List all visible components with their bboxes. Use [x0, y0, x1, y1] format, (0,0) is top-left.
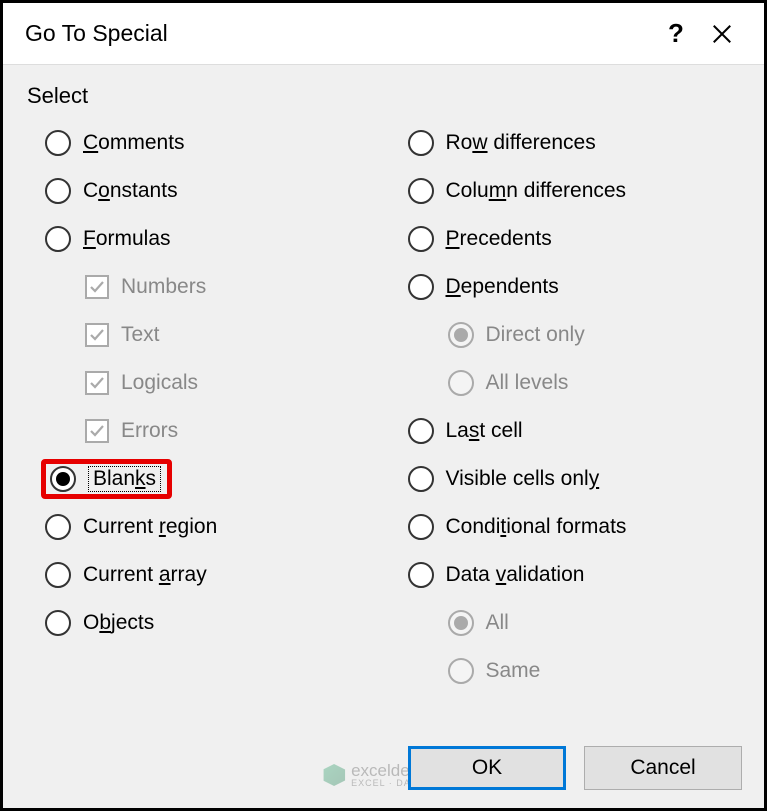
radio-icon [408, 130, 434, 156]
option-label: Same [486, 659, 541, 683]
options-columns: Comments Constants Formulas Numbers Text [27, 119, 742, 695]
sub-label: Text [121, 323, 160, 347]
dialog-title: Go To Special [25, 20, 654, 47]
option-column-differences[interactable]: Column differences [390, 167, 743, 215]
option-label: Visible cells only [446, 467, 600, 491]
go-to-special-dialog: Go To Special ? Select Comments Constant… [0, 0, 767, 811]
option-label: Precedents [446, 227, 552, 251]
sub-label: Errors [121, 419, 178, 443]
checkbox-icon [85, 371, 109, 395]
option-label: Row differences [446, 131, 596, 155]
close-button[interactable] [698, 23, 746, 45]
option-label: All levels [486, 371, 569, 395]
radio-icon [408, 514, 434, 540]
option-comments[interactable]: Comments [27, 119, 380, 167]
option-same: Same [390, 647, 743, 695]
checkbox-icon [85, 275, 109, 299]
radio-icon [448, 658, 474, 684]
option-objects[interactable]: Objects [27, 599, 380, 647]
option-label: Formulas [83, 227, 171, 251]
option-label: Data validation [446, 563, 585, 587]
sub-logicals: Logicals [27, 359, 380, 407]
option-blanks[interactable]: Blanks [27, 455, 380, 503]
radio-icon [45, 514, 71, 540]
ok-button[interactable]: OK [408, 746, 566, 790]
radio-icon [408, 418, 434, 444]
option-label: Comments [83, 131, 185, 155]
radio-icon [408, 466, 434, 492]
hex-logo-icon [323, 764, 345, 786]
option-dependents[interactable]: Dependents [390, 263, 743, 311]
sub-errors: Errors [27, 407, 380, 455]
option-last-cell[interactable]: Last cell [390, 407, 743, 455]
highlight-box: Blanks [41, 459, 172, 499]
option-label: Constants [83, 179, 178, 203]
option-label: Current array [83, 563, 207, 587]
option-visible-cells[interactable]: Visible cells only [390, 455, 743, 503]
option-conditional-formats[interactable]: Conditional formats [390, 503, 743, 551]
option-label: All [486, 611, 509, 635]
sub-text: Text [27, 311, 380, 359]
option-all: All [390, 599, 743, 647]
radio-icon [408, 178, 434, 204]
option-label: Conditional formats [446, 515, 627, 539]
radio-icon [448, 370, 474, 396]
option-label: Current region [83, 515, 217, 539]
option-label: Last cell [446, 419, 523, 443]
option-label: Direct only [486, 323, 585, 347]
button-row: OK Cancel [408, 746, 742, 790]
option-all-levels: All levels [390, 359, 743, 407]
option-label: Blanks [88, 466, 161, 492]
option-constants[interactable]: Constants [27, 167, 380, 215]
right-column: Row differences Column differences Prece… [390, 119, 743, 695]
left-column: Comments Constants Formulas Numbers Text [27, 119, 380, 695]
option-label: Dependents [446, 275, 559, 299]
select-label: Select [27, 83, 742, 109]
radio-icon [45, 226, 71, 252]
sub-label: Numbers [121, 275, 206, 299]
titlebar: Go To Special ? [3, 3, 764, 65]
radio-icon [50, 466, 76, 492]
radio-icon [45, 178, 71, 204]
option-label: Column differences [446, 179, 627, 203]
option-current-region[interactable]: Current region [27, 503, 380, 551]
cancel-button[interactable]: Cancel [584, 746, 742, 790]
option-current-array[interactable]: Current array [27, 551, 380, 599]
radio-icon [408, 562, 434, 588]
option-row-differences[interactable]: Row differences [390, 119, 743, 167]
checkbox-icon [85, 419, 109, 443]
radio-icon [448, 322, 474, 348]
sub-label: Logicals [121, 371, 198, 395]
option-data-validation[interactable]: Data validation [390, 551, 743, 599]
sub-numbers: Numbers [27, 263, 380, 311]
radio-icon [45, 130, 71, 156]
radio-icon [448, 610, 474, 636]
close-icon [711, 23, 733, 45]
option-formulas[interactable]: Formulas [27, 215, 380, 263]
checkbox-icon [85, 323, 109, 347]
option-direct-only: Direct only [390, 311, 743, 359]
radio-icon [408, 226, 434, 252]
option-label: Objects [83, 611, 154, 635]
dialog-content: Select Comments Constants Formulas [3, 65, 764, 705]
radio-icon [408, 274, 434, 300]
radio-icon [45, 610, 71, 636]
radio-icon [45, 562, 71, 588]
option-precedents[interactable]: Precedents [390, 215, 743, 263]
help-button[interactable]: ? [654, 18, 698, 49]
